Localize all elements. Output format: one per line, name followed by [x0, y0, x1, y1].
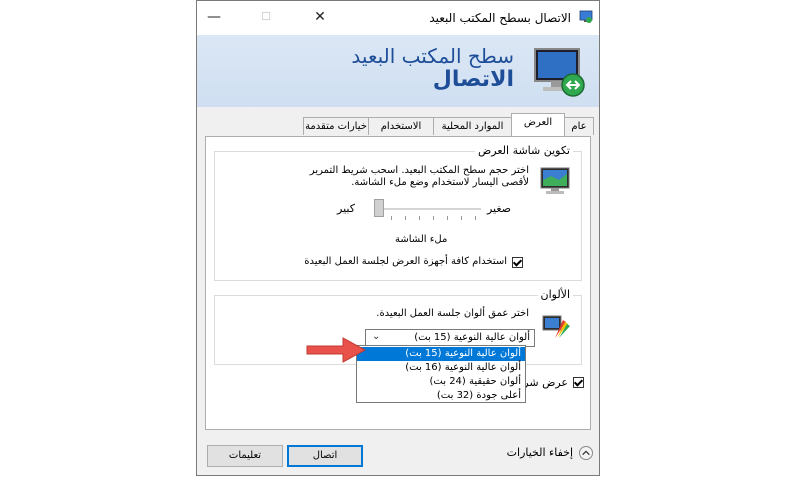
color-depth-option-15[interactable]: ألوان عالية النوعية (15 بت) — [357, 347, 525, 361]
banner-subtitle: سطح المكتب البعيد — [351, 44, 514, 68]
display-monitor-icon — [540, 167, 570, 194]
tab-experience[interactable]: الاستخدام — [368, 117, 434, 135]
color-depth-dropdown-list[interactable]: ألوان عالية النوعية (15 بت) ألوان عالية … — [356, 345, 526, 403]
tab-local-resources[interactable]: الموارد المحلية — [433, 117, 512, 135]
hide-options-label: إخفاء الخيارات — [506, 446, 573, 459]
colors-description: اختر عمق ألوان جلسة العمل البعيدة. — [376, 308, 529, 319]
tab-general[interactable]: عام — [564, 117, 594, 135]
slider-tick — [447, 216, 448, 220]
display-config-group: تكوين شاشة العرض اختر حجم سطح المكتب الب… — [214, 144, 582, 281]
chevron-up-icon[interactable] — [579, 446, 593, 460]
footer-bar: إخفاء الخيارات اتصال تعليمات — [197, 438, 599, 475]
slider-tick — [475, 216, 476, 220]
slider-value-label: ملء الشاشة — [395, 234, 448, 245]
colors-group-title: الألوان — [537, 288, 573, 301]
slider-large-label: كبير — [337, 202, 355, 215]
slider-small-label: صغير — [486, 202, 511, 215]
color-depth-option-32[interactable]: أعلى جودة (32 بت) — [357, 389, 525, 403]
color-depth-selected-value: ألوان عالية النوعية (15 بت) — [414, 332, 530, 343]
multi-monitor-label: استخدام كافة أجهزة العرض لجلسة العمل الب… — [304, 256, 507, 267]
remote-desktop-app-icon — [579, 10, 593, 23]
connection-bar-checkbox[interactable] — [573, 377, 584, 388]
rdp-window: — ☐ ✕ الاتصال بسطح المكتب البعيد سطح الم… — [196, 0, 600, 476]
help-button[interactable]: تعليمات — [207, 445, 283, 467]
header-banner: سطح المكتب البعيد الاتصال — [197, 35, 599, 107]
multi-monitor-checkbox[interactable] — [512, 257, 523, 268]
minimize-icon[interactable]: — — [203, 5, 225, 29]
title-bar: — ☐ ✕ الاتصال بسطح المكتب البعيد — [197, 1, 599, 35]
color-depth-option-24[interactable]: ألوان حقيقية (24 بت) — [357, 375, 525, 389]
maximize-icon: ☐ — [261, 10, 271, 23]
tab-display[interactable]: العرض — [511, 113, 565, 136]
color-palette-icon — [542, 315, 570, 338]
tab-advanced[interactable]: خيارات متقدمة — [303, 117, 369, 135]
tab-strip: عام العرض الموارد المحلية الاستخدام خيار… — [197, 113, 599, 137]
annotation-arrow-icon — [306, 337, 367, 363]
display-config-description: اختر حجم سطح المكتب البعيد. اسحب شريط ال… — [309, 165, 529, 188]
slider-tick — [433, 216, 434, 220]
window-title: الاتصال بسطح المكتب البعيد — [429, 11, 571, 25]
slider-tick — [391, 216, 392, 220]
banner-title: الاتصال — [432, 67, 514, 92]
remote-desktop-monitor-icon — [534, 48, 585, 97]
color-depth-option-16[interactable]: ألوان عالية النوعية (16 بت) — [357, 361, 525, 375]
connect-button[interactable]: اتصال — [287, 445, 363, 467]
chevron-down-icon: ⌄ — [372, 331, 381, 342]
slider-tick — [405, 216, 406, 220]
close-icon[interactable]: ✕ — [309, 5, 331, 29]
slider-tick — [419, 216, 420, 220]
display-config-title: تكوين شاشة العرض — [474, 144, 573, 157]
slider-tick — [461, 216, 462, 220]
resolution-slider-thumb[interactable] — [374, 199, 384, 217]
resolution-slider-track[interactable] — [375, 208, 481, 210]
